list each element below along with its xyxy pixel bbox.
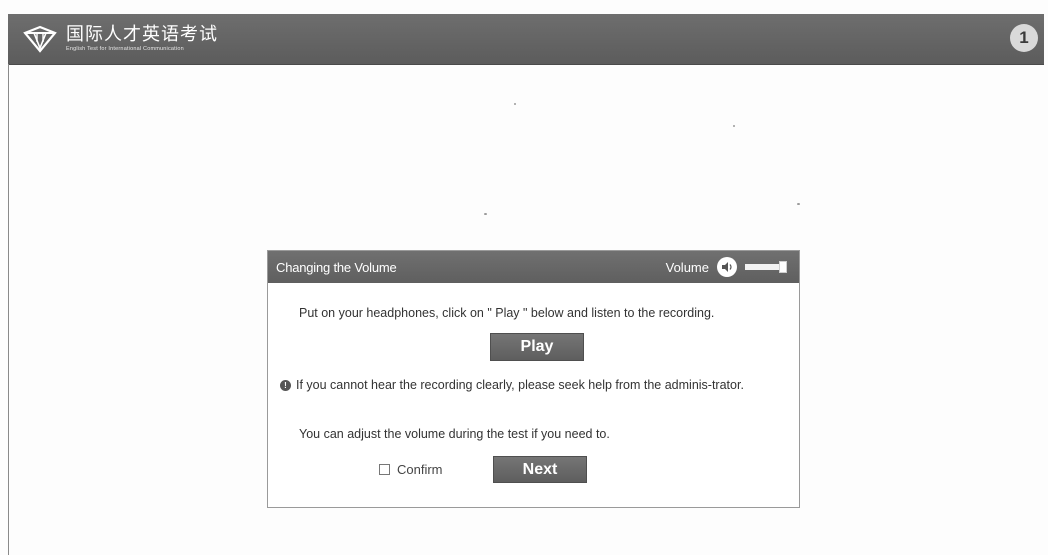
- help-notice: ! If you cannot hear the recording clear…: [280, 377, 780, 394]
- scan-speck: [733, 125, 735, 127]
- logo: 国际人才英语考试 English Test for International …: [22, 22, 218, 56]
- volume-control: Volume: [666, 257, 787, 277]
- next-button[interactable]: Next: [493, 456, 587, 483]
- scan-speck: [514, 103, 516, 105]
- volume-dialog: Changing the Volume Volume Put on your h…: [267, 250, 800, 508]
- confirm-checkbox-group[interactable]: Confirm: [379, 462, 443, 477]
- logo-chinese-title: 国际人才英语考试: [66, 24, 218, 45]
- help-notice-text: If you cannot hear the recording clearly…: [296, 378, 744, 392]
- instruction-text: Put on your headphones, click on " Play …: [299, 306, 715, 320]
- volume-slider[interactable]: [745, 261, 787, 273]
- logo-english-subtitle: English Test for International Communica…: [66, 46, 184, 52]
- left-border: [8, 64, 9, 555]
- scan-speck: [484, 213, 487, 215]
- dialog-title: Changing the Volume: [276, 259, 397, 275]
- page-number-badge: 1: [1010, 24, 1038, 52]
- speaker-icon[interactable]: [717, 257, 737, 277]
- confirm-checkbox[interactable]: [379, 464, 390, 475]
- dialog-header: Changing the Volume Volume: [268, 251, 799, 283]
- volume-label: Volume: [665, 259, 709, 275]
- page: 国际人才英语考试 English Test for International …: [0, 0, 1048, 555]
- volume-slider-handle[interactable]: [779, 261, 787, 273]
- adjust-volume-text: You can adjust the volume during the tes…: [299, 427, 610, 441]
- scan-speck: [797, 203, 800, 205]
- top-bar: 国际人才英语考试 English Test for International …: [8, 14, 1044, 65]
- info-icon: !: [280, 380, 291, 391]
- play-button[interactable]: Play: [490, 333, 584, 361]
- logo-icon: [23, 25, 57, 53]
- confirm-label: Confirm: [397, 462, 443, 477]
